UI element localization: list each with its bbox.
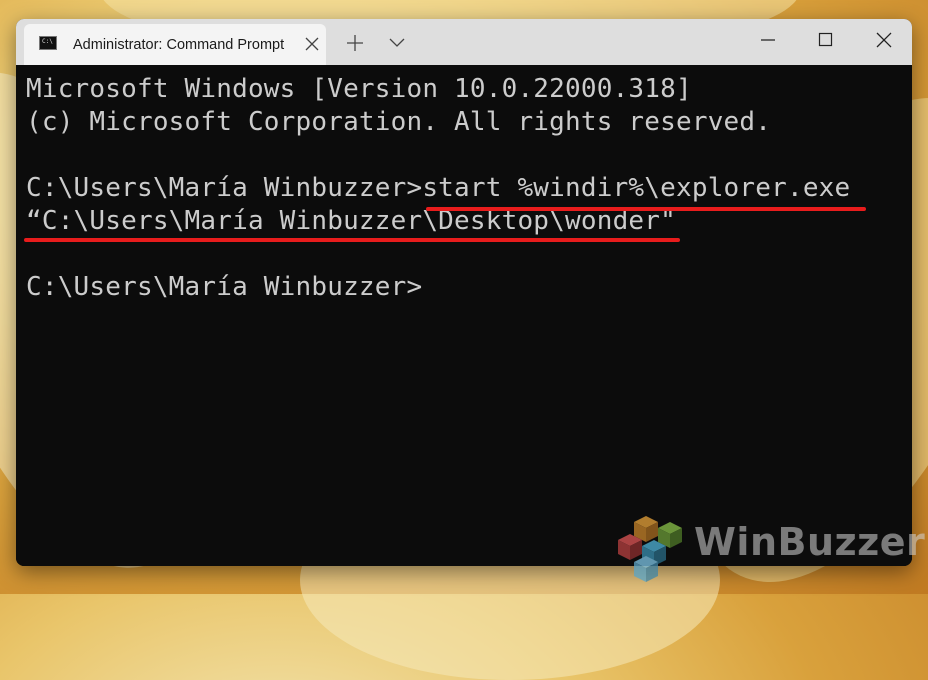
chevron-down-icon[interactable] — [387, 33, 407, 53]
tab-title: Administrator: Command Prompt — [73, 37, 285, 53]
watermark-text: WinBuzzer — [694, 520, 926, 564]
minimize-icon[interactable] — [758, 30, 778, 50]
winbuzzer-logo-icon — [618, 516, 682, 582]
terminal-window: C:\ Administrator: Command Prompt Micros… — [16, 19, 912, 566]
plus-icon[interactable] — [345, 33, 365, 53]
command-prompt-icon: C:\ — [39, 36, 57, 50]
winbuzzer-watermark: WinBuzzer — [612, 512, 925, 584]
console-output[interactable]: Microsoft Windows [Version 10.0.22000.31… — [16, 65, 912, 566]
tab-command-prompt[interactable]: C:\ Administrator: Command Prompt — [24, 24, 326, 65]
console-prompt-line[interactable]: C:\Users\María Winbuzzer> — [26, 270, 422, 304]
title-bar[interactable]: C:\ Administrator: Command Prompt — [16, 19, 912, 65]
console-line: (c) Microsoft Corporation. All rights re… — [26, 107, 772, 137]
console-line: C:\Users\María Winbuzzer>start %windir%\… — [26, 173, 851, 203]
highlight-underline — [426, 207, 866, 211]
close-icon[interactable] — [302, 34, 322, 54]
close-icon[interactable] — [874, 30, 894, 50]
console-line: Microsoft Windows [Version 10.0.22000.31… — [26, 74, 692, 104]
highlight-underline — [24, 238, 680, 242]
maximize-icon[interactable] — [816, 30, 836, 50]
